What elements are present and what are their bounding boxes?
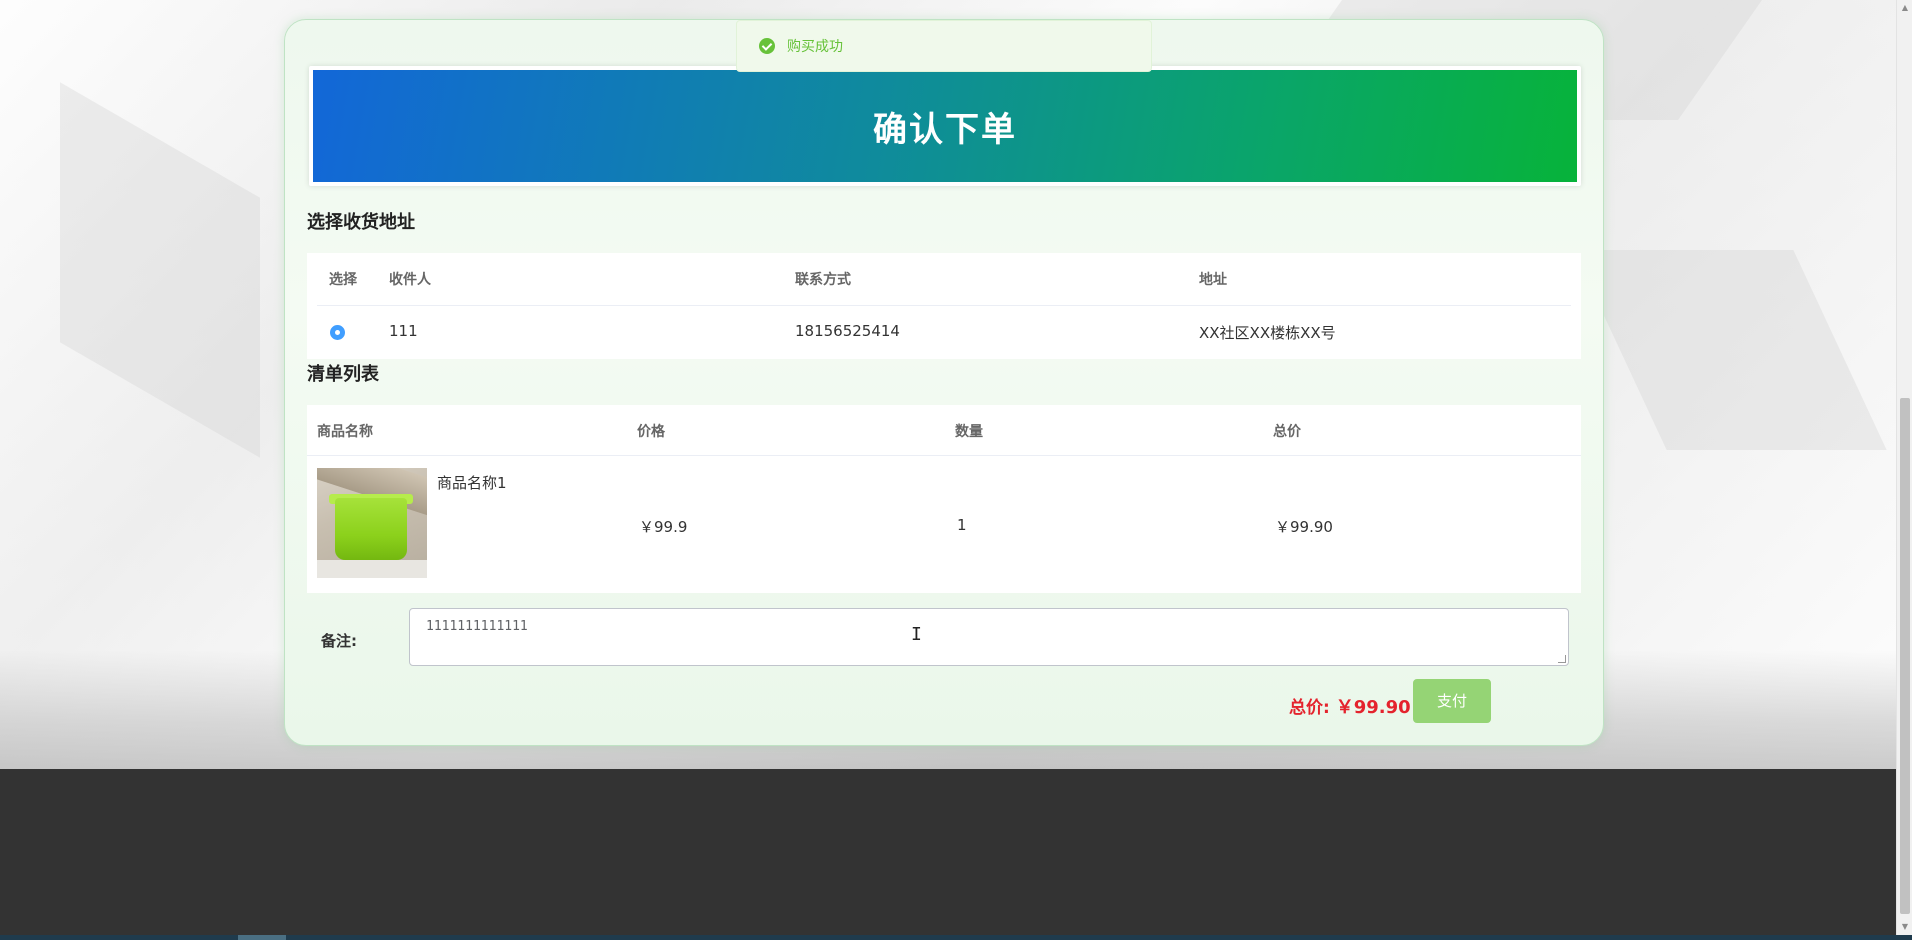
pay-button[interactable]: 支付 xyxy=(1413,679,1491,723)
address-cell: XX社区XX楼栋XX号 xyxy=(1199,324,1336,342)
price-cell: ￥99.9 xyxy=(639,518,688,536)
banner-gradient: 确认下单 xyxy=(313,70,1577,182)
order-total: 总价: ￥99.90 xyxy=(1289,693,1411,719)
text-cursor-icon: I xyxy=(911,624,922,645)
success-toast: 购买成功 xyxy=(736,20,1152,72)
column-header-select: 选择 xyxy=(329,272,357,288)
address-section-title: 选择收货地址 xyxy=(307,212,415,233)
total-label: 总价: xyxy=(1289,698,1330,718)
vertical-scrollbar[interactable]: ▲ ▼ xyxy=(1896,0,1912,935)
bg-shape xyxy=(60,82,260,458)
toast-message: 购买成功 xyxy=(787,39,843,55)
items-section-title: 清单列表 xyxy=(307,364,379,385)
product-image-cabinet xyxy=(317,560,427,578)
resize-grip-icon[interactable] xyxy=(1558,655,1566,663)
subtotal-cell: ￥99.90 xyxy=(1275,518,1333,536)
address-radio[interactable] xyxy=(330,325,345,340)
column-header-price: 价格 xyxy=(637,424,665,440)
column-header-subtotal: 总价 xyxy=(1273,424,1301,440)
remark-label: 备注: xyxy=(321,632,357,650)
quantity-cell: 1 xyxy=(957,516,967,534)
table-row[interactable]: 111 18156525414 XX社区XX楼栋XX号 xyxy=(307,306,1581,359)
scroll-up-icon[interactable]: ▲ xyxy=(1897,0,1912,16)
address-table-header: 选择 收件人 联系方式 地址 xyxy=(307,253,1581,305)
phone-cell: 18156525414 xyxy=(795,322,900,340)
order-card: 确认下单 选择收货地址 选择 收件人 联系方式 地址 111 181565254… xyxy=(284,19,1604,746)
remark-text: 1111111111111 xyxy=(426,619,528,634)
column-header-quantity: 数量 xyxy=(955,424,983,440)
product-image[interactable] xyxy=(317,468,427,578)
product-name[interactable]: 商品名称1 xyxy=(437,472,507,493)
bg-shape xyxy=(1573,250,1887,450)
address-table: 选择 收件人 联系方式 地址 111 18156525414 XX社区XX楼栋X… xyxy=(307,253,1581,359)
os-taskbar xyxy=(0,935,1912,940)
taskbar-active-item[interactable] xyxy=(238,935,286,940)
items-table: 商品名称 价格 数量 总价 商品名称1 ￥99.9 1 ￥99.90 xyxy=(307,405,1581,593)
recipient-cell: 111 xyxy=(389,322,418,340)
check-circle-icon xyxy=(759,38,775,54)
column-header-phone: 联系方式 xyxy=(795,272,851,288)
total-value: ￥99.90 xyxy=(1335,697,1411,718)
table-row: 商品名称1 ￥99.9 1 ￥99.90 xyxy=(307,456,1581,593)
column-header-name: 商品名称 xyxy=(317,424,373,440)
column-header-recipient: 收件人 xyxy=(389,272,431,288)
product-image-bin xyxy=(335,498,407,560)
page-footer xyxy=(0,769,1896,935)
page-title: 确认下单 xyxy=(873,109,1017,150)
scroll-down-icon[interactable]: ▼ xyxy=(1897,919,1912,935)
items-table-header: 商品名称 价格 数量 总价 xyxy=(307,405,1581,455)
scroll-thumb[interactable] xyxy=(1900,398,1910,914)
remark-textarea[interactable]: 1111111111111 xyxy=(409,608,1569,666)
banner: 确认下单 xyxy=(309,66,1581,186)
column-header-address: 地址 xyxy=(1199,272,1227,288)
